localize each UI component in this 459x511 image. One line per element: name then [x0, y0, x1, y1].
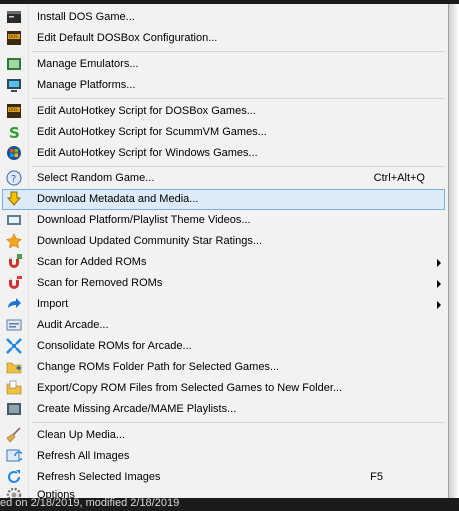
menu-item-import[interactable]: Import: [2, 294, 445, 315]
svg-text:?: ?: [11, 174, 16, 185]
menu-item-label: Install DOS Game...: [37, 11, 135, 23]
menu-item-label: Change ROMs Folder Path for Selected Gam…: [37, 361, 280, 373]
menu-item-label: Refresh Selected Images: [37, 471, 161, 483]
svg-text:DOS: DOS: [9, 34, 18, 39]
random-icon: ?: [6, 170, 22, 186]
dos-terminal-icon: [7, 11, 21, 23]
import-arrow-icon: [8, 298, 21, 308]
menu-item-label: Create Missing Arcade/MAME Playlists...: [37, 403, 237, 415]
menu-item-manage-platforms[interactable]: Manage Platforms...: [2, 75, 445, 96]
menu-item-label: Export/Copy ROM Files from Selected Game…: [37, 382, 343, 394]
shortcut-label: Ctrl+Alt+Q: [373, 172, 425, 184]
windows-icon: [7, 146, 21, 160]
menu-item-label: Download Platform/Playlist Theme Videos.…: [37, 214, 251, 226]
menu-item-label: Manage Platforms...: [37, 79, 136, 91]
menu-item-ahk-windows[interactable]: Edit AutoHotkey Script for Windows Games…: [2, 143, 445, 164]
consolidate-icon: [6, 338, 22, 354]
menu-shadow: [449, 4, 459, 498]
menu-item-download-star-ratings[interactable]: Download Updated Community Star Ratings.…: [2, 231, 445, 252]
menu-item-options[interactable]: Options: [2, 485, 445, 498]
background-status-text: ed on 2/18/2019, modified 2/18/2019: [0, 498, 180, 509]
menu-item-label: Edit Default DOSBox Configuration...: [37, 32, 218, 44]
menu-item-label: Download Updated Community Star Ratings.…: [37, 235, 262, 247]
submenu-arrow-icon: [437, 301, 441, 309]
menu-item-label: Audit Arcade...: [37, 319, 109, 331]
menu-item-manage-emulators[interactable]: Manage Emulators...: [2, 54, 445, 75]
menu-item-export-rom-files[interactable]: Export/Copy ROM Files from Selected Game…: [2, 378, 445, 399]
menu-item-ahk-dosbox[interactable]: DOS Edit AutoHotkey Script for DOSBox Ga…: [2, 101, 445, 122]
menu-item-scan-removed-roms[interactable]: Scan for Removed ROMs: [2, 273, 445, 294]
platform-icon: [7, 79, 21, 92]
menu-item-label: Edit AutoHotkey Script for Windows Games…: [37, 147, 258, 159]
menu-item-label: Clean Up Media...: [37, 429, 126, 441]
download-arrow-icon: [6, 191, 22, 206]
menu-item-scan-added-roms[interactable]: Scan for Added ROMs: [2, 252, 445, 273]
tools-context-menu: Install DOS Game... DOS Edit Default DOS…: [0, 4, 449, 498]
menu-item-label: Import: [37, 298, 69, 310]
menu-item-label: Edit AutoHotkey Script for ScummVM Games…: [37, 126, 267, 138]
refresh-all-icon: [6, 449, 22, 462]
menu-item-download-theme-videos[interactable]: Download Platform/Playlist Theme Videos.…: [2, 210, 445, 231]
video-icon: [7, 215, 21, 225]
gear-icon: [6, 487, 22, 498]
menu-separator: [32, 166, 445, 167]
menu-item-ahk-scummvm[interactable]: S Edit AutoHotkey Script for ScummVM Gam…: [2, 122, 445, 143]
audit-icon: [6, 319, 22, 331]
menu-item-install-dos-game[interactable]: Install DOS Game...: [2, 7, 445, 28]
magnet-remove-icon: [9, 276, 22, 289]
menu-item-select-random-game[interactable]: ? Select Random Game... Ctrl+Alt+Q: [2, 168, 445, 189]
menu-item-edit-dosbox-config[interactable]: DOS Edit Default DOSBox Configuration...: [2, 28, 445, 49]
menu-item-label: Download Metadata and Media...: [37, 193, 199, 205]
menu-item-download-metadata[interactable]: Download Metadata and Media...: [2, 189, 445, 210]
broom-icon: [6, 427, 21, 443]
menu-item-create-mame-playlists[interactable]: Create Missing Arcade/MAME Playlists...: [2, 399, 445, 420]
background-window-strip: ed on 2/18/2019, modified 2/18/2019: [0, 498, 459, 511]
submenu-arrow-icon: [437, 280, 441, 288]
menu-item-label: Manage Emulators...: [37, 58, 139, 70]
menu-separator: [32, 51, 445, 52]
svg-text:DOS: DOS: [9, 107, 18, 112]
menu-item-change-roms-folder[interactable]: Change ROMs Folder Path for Selected Gam…: [2, 357, 445, 378]
star-icon: [6, 233, 22, 249]
menu-item-audit-arcade[interactable]: Audit Arcade...: [2, 315, 445, 336]
export-folder-icon: [6, 380, 22, 395]
dosbox-icon: DOS: [7, 31, 21, 45]
playlist-icon: [7, 403, 21, 415]
menu-item-label: Options: [37, 489, 75, 498]
menu-item-label: Select Random Game...: [37, 172, 155, 184]
emulator-icon: [7, 58, 21, 70]
folder-path-icon: [6, 362, 22, 374]
menu-item-label: Scan for Removed ROMs: [37, 277, 163, 289]
magnet-add-icon: [9, 254, 22, 268]
menu-item-consolidate-roms[interactable]: Consolidate ROMs for Arcade...: [2, 336, 445, 357]
dosbox-icon: DOS: [7, 104, 21, 118]
refresh-selected-icon: [8, 470, 20, 483]
svg-text:S: S: [9, 124, 20, 140]
shortcut-label: F5: [370, 471, 383, 483]
menu-item-label: Consolidate ROMs for Arcade...: [37, 340, 192, 352]
scummvm-icon: S: [9, 124, 20, 140]
menu-item-label: Refresh All Images: [37, 450, 130, 462]
menu-item-label: Edit AutoHotkey Script for DOSBox Games.…: [37, 105, 256, 117]
menu-separator: [32, 422, 445, 423]
menu-item-refresh-all-images[interactable]: Refresh All Images: [2, 446, 445, 467]
menu-separator: [32, 98, 445, 99]
menu-item-clean-up-media[interactable]: Clean Up Media...: [2, 425, 445, 446]
menu-item-label: Scan for Added ROMs: [37, 256, 147, 268]
submenu-arrow-icon: [437, 259, 441, 267]
